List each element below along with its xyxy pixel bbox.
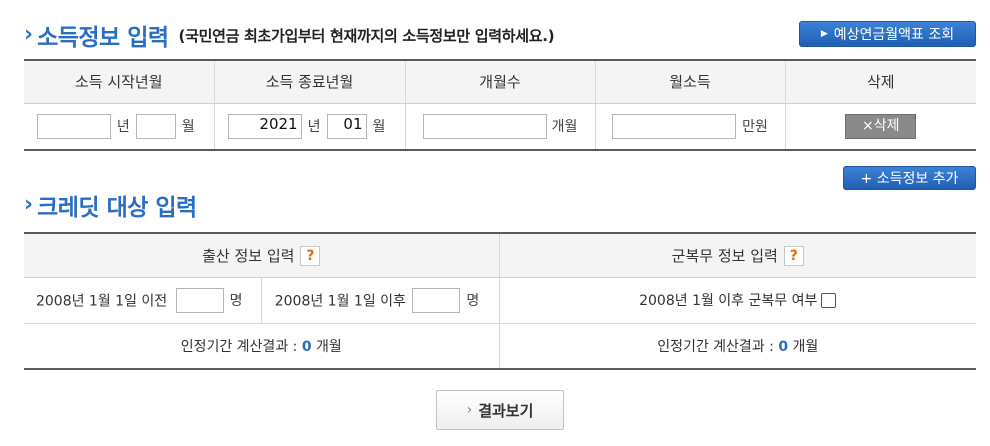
military-result-value: 0 bbox=[778, 338, 789, 355]
header-delete: 삭제 bbox=[785, 60, 976, 104]
credit-section-heading: 크레딧 대상 입력 bbox=[37, 195, 197, 221]
birth-after-label: 2008년 1월 1일 이후 bbox=[274, 293, 406, 309]
military-checkbox[interactable] bbox=[821, 292, 837, 308]
credit-input-row: 2008년 1월 1일 이전 명 2008년 1월 1일 이후 명 2008년 … bbox=[24, 277, 976, 324]
header-end-date: 소득 종료년월 bbox=[214, 60, 406, 104]
view-result-label: 결과보기 bbox=[478, 401, 534, 420]
end-month-input[interactable]: 01 bbox=[326, 113, 367, 139]
header-monthly-income: 월소득 bbox=[595, 60, 786, 104]
months-input[interactable] bbox=[422, 113, 547, 139]
monthly-income-input[interactable] bbox=[612, 113, 737, 139]
military-cell: 2008년 1월 이후 군복무 여부 bbox=[499, 277, 976, 324]
birth-result-value: 0 bbox=[301, 338, 312, 355]
birth-before-label: 2008년 1월 1일 이전 bbox=[35, 293, 168, 309]
view-result-button[interactable]: › 결과보기 bbox=[436, 390, 564, 430]
birth-help-icon[interactable]: ? bbox=[300, 246, 321, 266]
chevron-right-icon: › bbox=[24, 192, 34, 217]
start-date-cell: 년월 bbox=[24, 103, 215, 150]
birth-result-label: 인정기간 계산결과 : bbox=[180, 338, 298, 355]
month-unit-label: 월 bbox=[181, 119, 195, 136]
header-start-date: 소득 시작년월 bbox=[24, 60, 215, 104]
triangle-right-icon: ▶ bbox=[820, 29, 828, 39]
income-table-header: 소득 시작년월 소득 종료년월 개월수 월소득 삭제 bbox=[24, 60, 976, 104]
header-months: 개월수 bbox=[405, 60, 596, 104]
add-income-button[interactable]: + 소득정보 추가 bbox=[843, 166, 976, 190]
income-table: 소득 시작년월 소득 종료년월 개월수 월소득 삭제 년월 2021 년 01 월 개… bbox=[24, 59, 976, 151]
military-info-header: 군복무 정보 입력? bbox=[499, 233, 976, 278]
months-unit-label: 개월 bbox=[551, 119, 578, 136]
military-result-unit: 개월 bbox=[792, 338, 819, 355]
delete-cell: ×삭제 bbox=[785, 103, 976, 150]
birth-after-cell: 2008년 1월 1일 이후 명 bbox=[261, 277, 500, 324]
persons-unit-label: 명 bbox=[229, 293, 243, 309]
income-section-subtitle: (국민연금 최초가입부터 현재까지의 소득정보만 입력하세요.) bbox=[178, 26, 555, 45]
pension-table-lookup-label: 예상연금월액표 조회 bbox=[833, 27, 955, 43]
income-section-title: › 소득정보 입력 (국민연금 최초가입부터 현재까지의 소득정보만 입력하세요… bbox=[24, 18, 555, 52]
birth-info-header: 출산 정보 입력? bbox=[24, 233, 500, 278]
persons-unit-label: 명 bbox=[466, 293, 480, 309]
chevron-right-icon: › bbox=[466, 402, 473, 418]
birth-info-title: 출산 정보 입력 bbox=[202, 246, 295, 265]
start-year-input[interactable] bbox=[36, 113, 111, 139]
military-result-cell: 인정기간 계산결과 : 0 개월 bbox=[499, 323, 976, 369]
delete-row-button[interactable]: ×삭제 bbox=[845, 113, 917, 139]
month-unit-label: 월 bbox=[372, 119, 386, 136]
monthly-income-cell: 만원 bbox=[595, 103, 786, 150]
birth-before-cell: 2008년 1월 1일 이전 명 bbox=[24, 277, 262, 324]
start-month-input[interactable] bbox=[135, 113, 176, 139]
credit-table: 출산 정보 입력? 군복무 정보 입력? 2008년 1월 1일 이전 명 20… bbox=[24, 232, 976, 370]
birth-after-input[interactable] bbox=[412, 287, 461, 313]
chevron-right-icon: › bbox=[24, 22, 34, 47]
months-cell: 개월 bbox=[405, 103, 596, 150]
year-unit-label: 년 bbox=[307, 119, 321, 136]
end-date-cell: 2021 년 01 월 bbox=[214, 103, 406, 150]
credit-result-row: 인정기간 계산결과 : 0 개월 인정기간 계산결과 : 0 개월 bbox=[24, 323, 976, 369]
credit-table-header: 출산 정보 입력? 군복무 정보 입력? bbox=[24, 233, 976, 278]
military-info-title: 군복무 정보 입력 bbox=[671, 246, 778, 265]
birth-result-unit: 개월 bbox=[316, 338, 342, 355]
military-result-label: 인정기간 계산결과 : bbox=[657, 338, 774, 355]
birth-result-cell: 인정기간 계산결과 : 0 개월 bbox=[24, 323, 500, 369]
birth-before-input[interactable] bbox=[175, 287, 224, 313]
income-row: 년월 2021 년 01 월 개월 만원 ×삭제 bbox=[24, 103, 976, 150]
pension-table-lookup-button[interactable]: ▶ 예상연금월액표 조회 bbox=[799, 21, 976, 47]
credit-section-title: › 크레딧 대상 입력 bbox=[24, 188, 197, 222]
military-label: 2008년 1월 이후 군복무 여부 bbox=[639, 293, 818, 309]
military-help-icon[interactable]: ? bbox=[783, 246, 804, 266]
year-unit-label: 년 bbox=[116, 119, 130, 136]
income-section-heading: 소득정보 입력 bbox=[37, 25, 169, 51]
end-year-input[interactable]: 2021 bbox=[227, 113, 302, 139]
income-unit-label: 만원 bbox=[742, 119, 768, 136]
